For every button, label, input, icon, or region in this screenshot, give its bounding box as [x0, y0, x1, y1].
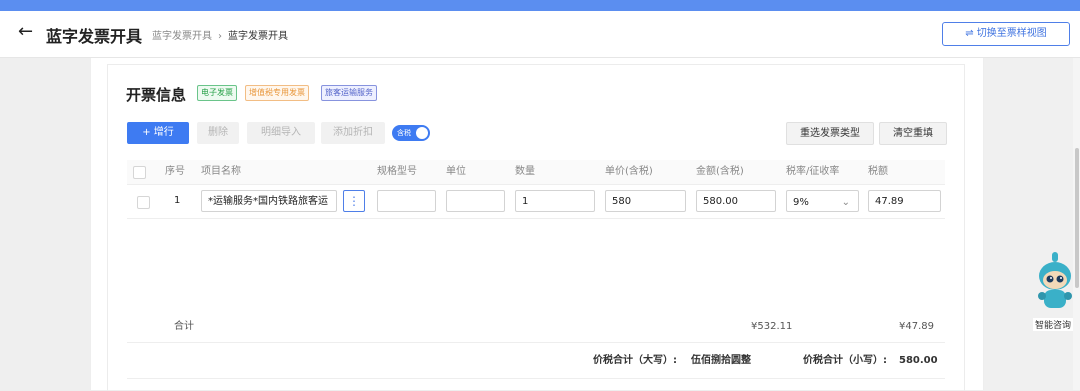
- breadcrumb-item-current: 蓝字发票开具: [228, 31, 288, 42]
- col-item-name: 项目名称: [201, 166, 241, 177]
- col-tax-rate: 税率/征收率: [786, 166, 840, 177]
- row-index: 1: [174, 195, 181, 206]
- toggle-knob: [416, 127, 428, 139]
- col-index: 序号: [165, 166, 185, 177]
- switch-view-label: 切换至票样视图: [976, 28, 1047, 39]
- right-gutter: [984, 58, 1080, 390]
- summary-label: 合计: [174, 321, 194, 332]
- item-more-button[interactable]: ⋮: [343, 190, 365, 212]
- import-detail-button[interactable]: 明细导入: [247, 122, 315, 144]
- breadcrumb: 蓝字发票开具 › 蓝字发票开具: [152, 27, 288, 42]
- tag-vat-special: 增值税专用发票: [245, 85, 309, 101]
- page-header: ← 蓝字发票开具 蓝字发票开具 › 蓝字发票开具 ⇌ 切换至票样视图: [0, 11, 1080, 58]
- assistant-label[interactable]: 智能咨询: [1033, 318, 1074, 331]
- summary-amount: ¥532.11: [751, 321, 793, 332]
- invoice-card: 开票信息 电子发票 增值税专用发票 旅客运输服务 + 增行 删除 明细导入 添加…: [91, 58, 983, 391]
- col-tax: 税额: [868, 166, 888, 177]
- breadcrumb-separator: ›: [218, 31, 222, 42]
- tax-rate-select[interactable]: 9% ⌄: [786, 190, 859, 212]
- chevron-down-icon: ⌄: [841, 197, 850, 208]
- add-row-button[interactable]: + 增行: [127, 122, 189, 144]
- table-header: 序号 项目名称 规格型号 单位 数量 单价(含税) 金额(含税) 税率/征收率 …: [127, 160, 945, 185]
- table-row: 1 *运输服务*国内铁路旅客运 ⋮ 1 580 580.00 9% ⌄ 47.8…: [127, 186, 945, 219]
- tax-included-toggle[interactable]: 含税: [392, 125, 430, 141]
- arrow-left-icon[interactable]: ←: [18, 21, 33, 42]
- section-title: 开票信息: [126, 86, 187, 104]
- breadcrumb-item-parent[interactable]: 蓝字发票开具: [152, 31, 212, 42]
- spec-input[interactable]: [377, 190, 436, 212]
- swap-icon: ⇌: [965, 28, 974, 39]
- col-unit-price: 单价(含税): [605, 166, 653, 177]
- switch-view-button[interactable]: ⇌ 切换至票样视图: [942, 22, 1070, 46]
- tag-passenger-transport: 旅客运输服务: [321, 85, 377, 101]
- tag-e-invoice: 电子发票: [197, 85, 237, 101]
- page-title: 蓝字发票开具: [46, 27, 143, 46]
- clear-form-button[interactable]: 清空重填: [879, 122, 947, 145]
- total-lower-value: 580.00: [899, 355, 938, 366]
- quantity-input[interactable]: 1: [515, 190, 595, 212]
- col-spec: 规格型号: [377, 166, 417, 177]
- unit-input[interactable]: [446, 190, 505, 212]
- row-checkbox[interactable]: [137, 196, 150, 209]
- col-amount: 金额(含税): [696, 166, 744, 177]
- col-unit: 单位: [446, 166, 466, 177]
- summary-tax: ¥47.89: [899, 321, 934, 332]
- add-discount-button[interactable]: 添加折扣: [321, 122, 385, 144]
- total-upper-label: 价税合计（大写）:: [593, 355, 677, 366]
- retype-invoice-button[interactable]: 重选发票类型: [786, 122, 874, 145]
- tax-included-label: 含税: [397, 129, 411, 137]
- summary-row: 合计 ¥532.11 ¥47.89: [127, 312, 945, 343]
- top-accent-bar: [0, 0, 1080, 11]
- unit-price-input[interactable]: 580: [605, 190, 686, 212]
- total-lower-label: 价税合计（小写）:: [803, 355, 887, 366]
- left-gutter: [0, 58, 90, 390]
- tax-input[interactable]: 47.89: [868, 190, 941, 212]
- item-name-input[interactable]: *运输服务*国内铁路旅客运: [201, 190, 337, 212]
- total-upper-value: 伍佰捌拾圆整: [691, 355, 751, 366]
- col-quantity: 数量: [515, 166, 535, 177]
- select-all-checkbox[interactable]: [133, 166, 146, 179]
- grand-total-row: 价税合计（大写）: 伍佰捌拾圆整 价税合计（小写）: 580.00: [127, 344, 945, 379]
- tax-rate-value: 9%: [793, 197, 809, 208]
- delete-button[interactable]: 删除: [197, 122, 239, 144]
- amount-input[interactable]: 580.00: [696, 190, 776, 212]
